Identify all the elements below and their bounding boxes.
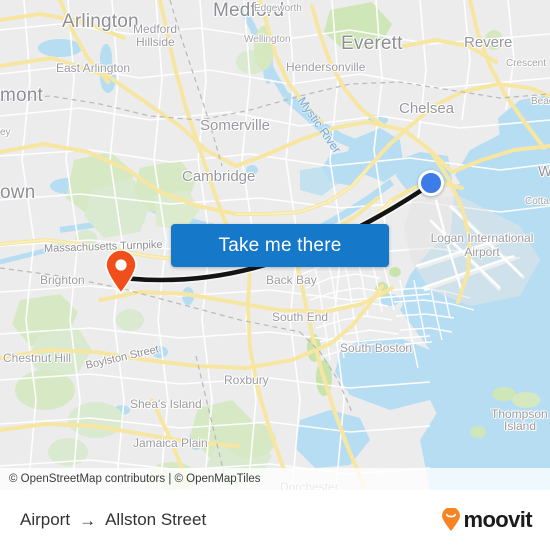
take-me-there-button[interactable]: Take me there (171, 224, 389, 267)
moovit-wordmark: moovit (463, 507, 532, 532)
moovit-logo[interactable]: moovit (441, 507, 533, 533)
route-destination-label: Allston Street (105, 510, 207, 529)
route-summary: Airport → Allston Street (20, 510, 441, 530)
destination-dot[interactable] (418, 170, 444, 196)
route-origin-label: Airport (20, 510, 71, 529)
map-canvas[interactable]: Arlington Medford Everett Revere Edgeworth Me… (0, 0, 550, 490)
footer-bar: Airport → Allston Street moovit (0, 490, 550, 550)
map-attribution-bar: © OpenStreetMap contributors | © OpenMap… (0, 468, 550, 490)
moovit-pin-smile-icon (442, 508, 461, 531)
moovit-route-screen: Arlington Medford Everett Revere Edgeworth Me… (0, 0, 550, 550)
arrow-right-icon: → (79, 510, 97, 530)
attribution-text: © OpenStreetMap contributors | © OpenMap… (9, 473, 261, 485)
